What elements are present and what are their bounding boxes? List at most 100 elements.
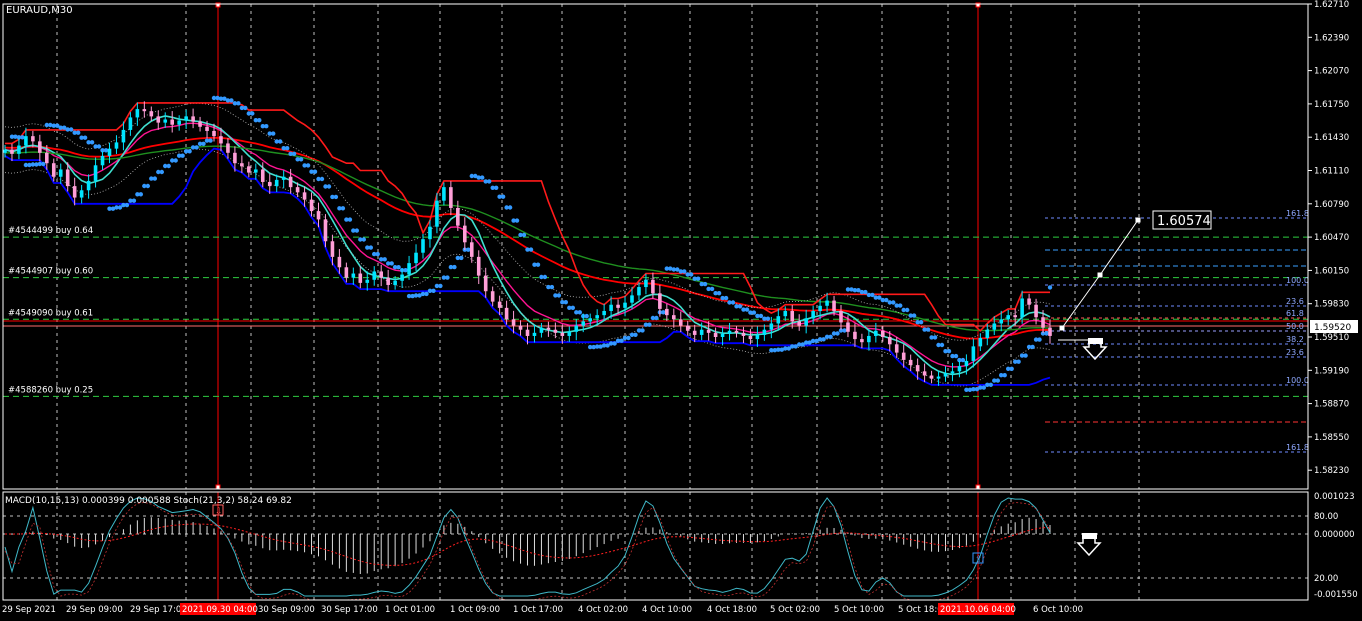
- sar-dot: [305, 163, 311, 168]
- candle-body: [706, 329, 711, 333]
- sar-dot: [208, 138, 213, 143]
- sar-dot: [319, 176, 325, 182]
- candle-body: [205, 126, 209, 131]
- sar-dot: [751, 310, 757, 315]
- sar-dot: [89, 140, 95, 145]
- sar-dot: [612, 341, 617, 346]
- sar-dot: [187, 149, 192, 154]
- sar-dot: [180, 153, 185, 158]
- candle-body: [274, 179, 279, 187]
- fibonacci-layer[interactable]: 161.8 100.0 23.6 61.8 50.0 38.2 23.6 100.0 161.8: [1045, 209, 1309, 453]
- candle-body: [379, 271, 383, 278]
- candle-body: [978, 338, 983, 347]
- time-tick-label: 29 Sep 09:00: [66, 605, 123, 615]
- sar-dot: [626, 335, 631, 341]
- sar-dot: [298, 157, 304, 162]
- candle-body: [476, 256, 481, 276]
- candle-body: [860, 339, 864, 343]
- sar-dot: [347, 217, 353, 222]
- price-tick-label: 1.60790: [1314, 200, 1349, 210]
- sar-dot: [452, 264, 457, 270]
- candle-body: [45, 152, 49, 164]
- candle-body: [198, 121, 202, 127]
- candle-body: [184, 116, 188, 121]
- current-price-label: 1.59520: [1314, 323, 1351, 333]
- candle-body: [191, 116, 195, 122]
- candle-body: [1020, 298, 1024, 318]
- candle-body: [699, 329, 704, 335]
- candle-body: [546, 327, 551, 330]
- candle-body: [658, 293, 662, 309]
- fib-level-label: 100.0: [1286, 376, 1309, 385]
- candle-body: [435, 200, 439, 227]
- sar-dot: [480, 175, 485, 180]
- sar-dot: [96, 144, 102, 149]
- sar-dot: [918, 320, 924, 325]
- candle-body: [295, 187, 300, 193]
- candle-body: [581, 321, 586, 326]
- fib-level-label: 161.8: [1286, 209, 1309, 218]
- order-lines-layer[interactable]: #4544499 buy 0.64 #4544907 buy 0.60 #45490…: [3, 226, 1308, 397]
- time-highlight-label: 2021.10.06 04:00: [940, 605, 1016, 615]
- trading-chart[interactable]: #4544499 buy 0.64 #4544907 buy 0.60 #45490…: [0, 0, 1362, 621]
- sar-dot: [640, 328, 645, 333]
- sar-dot: [1030, 344, 1035, 350]
- sar-dot: [898, 303, 903, 308]
- candle-body: [121, 129, 126, 143]
- sar-dot: [535, 262, 541, 267]
- time-tick-label: 6 Oct 10:00: [1033, 605, 1083, 615]
- candle-body: [595, 315, 599, 319]
- candle-body: [783, 310, 788, 317]
- macd-tick-label: 0.000000: [1314, 530, 1355, 540]
- sar-dot: [166, 163, 171, 169]
- candle-body: [762, 329, 767, 335]
- candle-body: [407, 263, 411, 275]
- time-tick-label: 5 Oct 10:00: [834, 605, 884, 615]
- sar-dot: [911, 313, 917, 318]
- candle-body: [950, 371, 955, 374]
- candle-body: [365, 279, 370, 283]
- signal-marker-icon: ⇧: [975, 555, 983, 565]
- trendline-handle[interactable]: [1059, 325, 1065, 331]
- candle-body: [685, 325, 690, 331]
- sar-dot: [577, 310, 582, 315]
- candle-body: [65, 169, 70, 187]
- sar-dot: [257, 118, 262, 123]
- sar-dot: [1016, 359, 1021, 364]
- session-vline-handle[interactable]: [975, 484, 981, 490]
- time-tick-label: 4 Oct 10:00: [642, 605, 692, 615]
- candle-body: [504, 307, 509, 320]
- indicator-label: MACD(10,15,13) 0.000399 0.000588 Stoch(2…: [5, 496, 292, 506]
- candle-body: [24, 136, 28, 146]
- sar-dot: [152, 176, 157, 181]
- sar-dot: [396, 265, 401, 270]
- price-tick-label: 1.60470: [1314, 233, 1349, 243]
- candle-body: [532, 332, 537, 336]
- candle-body: [288, 176, 293, 188]
- order-line-label: #4588260 buy 0.25: [8, 385, 93, 395]
- candle-body: [846, 322, 850, 332]
- candle-body: [79, 190, 84, 198]
- candle-body: [713, 332, 718, 337]
- candle-body: [177, 120, 181, 125]
- candle-body: [887, 337, 892, 345]
- sar-dot: [243, 105, 248, 111]
- candle-body: [323, 219, 328, 242]
- price-tick-label: 1.61110: [1314, 167, 1349, 177]
- sar-dot: [159, 169, 164, 175]
- arrow-cap: [1088, 338, 1103, 344]
- trendline-handle[interactable]: [1097, 272, 1103, 278]
- session-vline-handle[interactable]: [215, 484, 221, 490]
- sar-dot: [368, 245, 373, 250]
- trendline-handle[interactable]: [1135, 217, 1141, 223]
- sar-dot: [584, 313, 589, 319]
- sar-dot: [709, 286, 715, 292]
- candle-body: [400, 274, 404, 281]
- sar-dot: [925, 327, 931, 332]
- symbol-label: EURAUD,M30: [6, 5, 73, 16]
- candle-body: [755, 334, 760, 340]
- price-tick-label: 1.59510: [1314, 333, 1349, 343]
- fib-level-label: 38.2: [1286, 335, 1304, 344]
- candle-body: [804, 318, 808, 326]
- candle-body: [999, 319, 1004, 324]
